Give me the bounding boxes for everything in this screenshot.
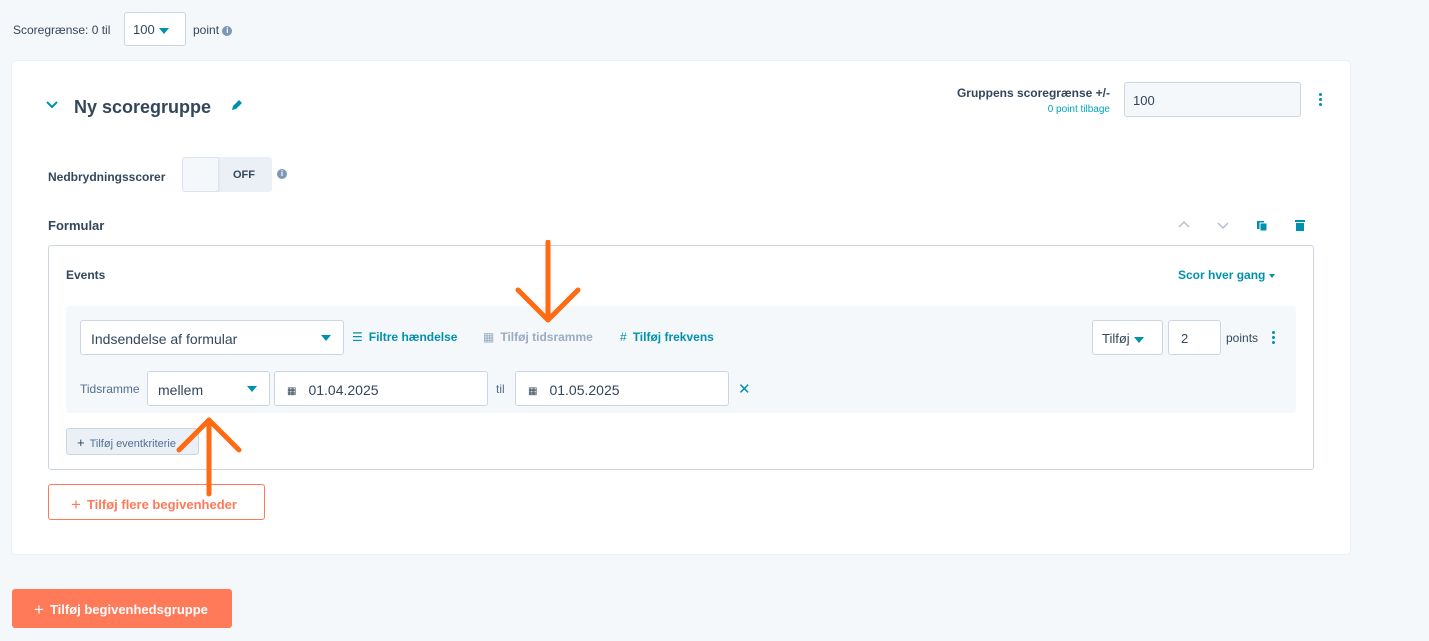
score-limit-label: Scoregrænse: 0 til <box>13 23 111 37</box>
calendar-icon: ▦ <box>528 386 538 397</box>
date-to-value: 01.05.2025 <box>549 382 620 398</box>
caret-down-icon <box>1269 273 1276 278</box>
toggle-knob <box>182 157 219 192</box>
add-event-group-label: Tilføj begivenhedsgruppe <box>49 602 208 617</box>
add-timeframe-label: Tilføj tidsramme <box>500 330 593 344</box>
hash-icon: # <box>620 330 627 344</box>
add-frequency-link[interactable]: # Tilføj frekvens <box>620 330 714 344</box>
caret-down-icon <box>1133 336 1144 343</box>
trash-icon[interactable] <box>1293 218 1307 232</box>
point-label-row: point i <box>193 23 233 37</box>
date-from-input[interactable]: ▦ 01.04.2025 <box>274 371 488 406</box>
caret-down-icon <box>321 335 331 341</box>
event-type-value: Indsendelse af formular <box>91 331 238 347</box>
group-limit-remaining: 0 point tilbage <box>1047 104 1110 115</box>
add-frequency-label: Tilføj frekvens <box>632 330 714 344</box>
arrow-down-annotation <box>515 240 581 323</box>
point-label: point <box>193 23 220 37</box>
date-from-value: 01.04.2025 <box>308 382 379 398</box>
score-mode-dropdown[interactable]: Scor hver gang <box>1178 268 1276 282</box>
add-operation-select[interactable]: Tilføj <box>1092 320 1163 355</box>
copy-icon[interactable] <box>1255 218 1269 232</box>
score-limit-select[interactable]: 100 <box>124 12 186 46</box>
filter-event-link[interactable]: ☰ Filtre hændelse <box>352 330 457 344</box>
chevron-up-icon[interactable] <box>1177 218 1191 232</box>
info-icon[interactable]: i <box>222 25 233 36</box>
group-limit-input[interactable]: 100 <box>1124 82 1301 117</box>
kebab-icon[interactable] <box>1319 93 1323 108</box>
score-mode-label: Scor hver gang <box>1178 268 1266 282</box>
points-input[interactable]: 2 <box>1168 320 1221 355</box>
breakdown-toggle[interactable]: OFF <box>182 157 272 192</box>
plus-icon: + <box>34 600 44 619</box>
add-more-events-label: Tilføj flere begivenheder <box>86 497 237 512</box>
breakdown-label: Nedbrydningsscorer <box>48 170 166 184</box>
group-title: Ny scoregruppe <box>74 97 212 117</box>
calendar-icon: ▦ <box>483 330 495 344</box>
arrow-up-annotation <box>176 417 242 497</box>
info-icon[interactable]: i <box>277 169 287 179</box>
group-limit-label: Gruppens scoregrænse +/- <box>956 86 1110 100</box>
calendar-icon: ▦ <box>287 386 297 397</box>
toggle-state: OFF <box>233 169 255 181</box>
kebab-icon[interactable] <box>1272 331 1276 346</box>
filter-event-label: Filtre hændelse <box>368 330 458 344</box>
filter-icon: ☰ <box>352 330 363 344</box>
add-operation-value: Tilføj <box>1102 331 1130 346</box>
section-title: Formular <box>48 218 105 233</box>
score-limit-value: 100 <box>133 22 155 37</box>
add-criteria-label: Tilføj eventkriterie <box>89 438 176 450</box>
date-to-input[interactable]: ▦ 01.05.2025 <box>515 371 729 406</box>
add-event-group-button[interactable]: + Tilføj begivenhedsgruppe <box>12 589 232 628</box>
plus-icon: + <box>71 495 81 514</box>
chevron-down-icon[interactable] <box>45 98 59 112</box>
til-label: til <box>496 382 505 396</box>
pencil-icon[interactable] <box>230 98 244 112</box>
chevron-down-icon[interactable] <box>1216 218 1230 232</box>
timeframe-operator-value: mellem <box>158 382 204 398</box>
points-label: points <box>1226 331 1259 345</box>
caret-down-icon <box>158 27 169 34</box>
timeframe-label: Tidsramme <box>80 382 140 396</box>
timeframe-operator-select[interactable]: mellem <box>147 371 270 406</box>
close-icon[interactable]: ✕ <box>738 380 751 398</box>
events-label: Events <box>66 268 106 282</box>
add-timeframe-link[interactable]: ▦ Tilføj tidsramme <box>483 330 593 344</box>
event-type-select[interactable]: Indsendelse af formular <box>80 320 344 355</box>
plus-icon: + <box>77 435 85 450</box>
caret-down-icon <box>247 386 257 392</box>
